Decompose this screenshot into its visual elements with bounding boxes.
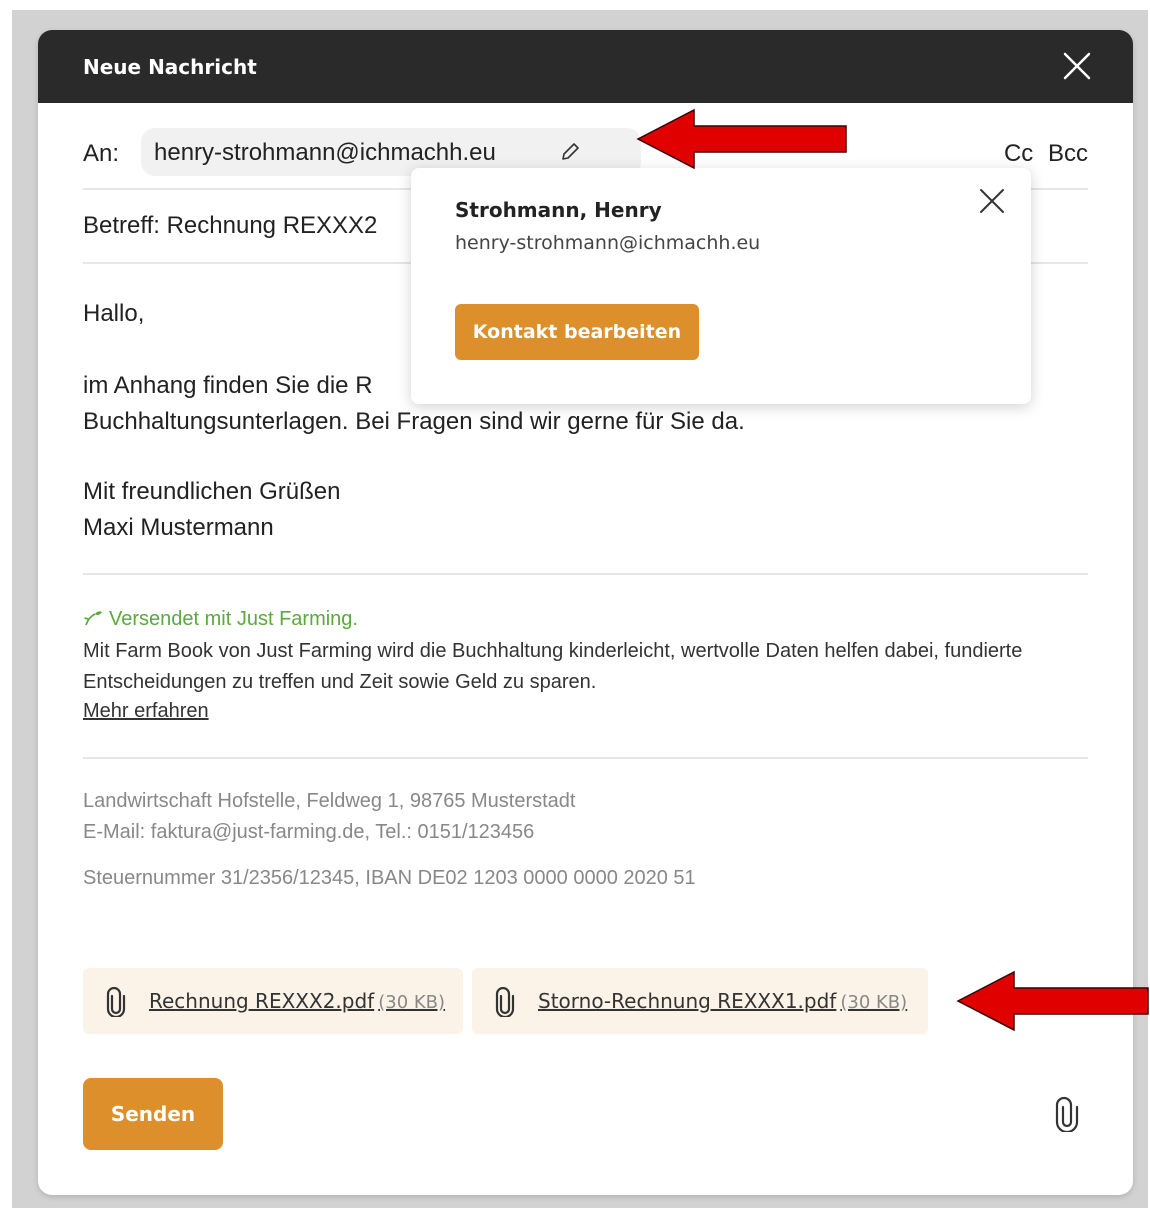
dialog-header: Neue Nachricht (38, 30, 1133, 103)
bcc-button[interactable]: Bcc (1048, 140, 1088, 167)
footer-tax: Steuernummer 31/2356/12345, IBAN DE02 12… (83, 867, 696, 889)
more-info-link[interactable]: Mehr erfahren (83, 700, 209, 723)
close-icon[interactable] (977, 186, 1007, 216)
annotation-arrow-left (956, 970, 1149, 1032)
footer-contact: E-Mail: faktura@just-farming.de, Tel.: 0… (83, 821, 535, 843)
body-greeting: Hallo, (83, 300, 145, 327)
recipient-label: An: (83, 140, 120, 167)
annotation-arrow-left (636, 108, 847, 170)
attachment-size: (30 KB) (840, 992, 908, 1013)
attach-file-icon[interactable] (1054, 1096, 1080, 1134)
paperclip-icon (494, 986, 516, 1019)
promo-text: Mit Farm Book von Just Farming wird die … (83, 640, 1023, 693)
attachment-name: Rechnung REXXX2.pdf (149, 989, 375, 1013)
divider (83, 573, 1088, 575)
promo-tagline-text: Versendet mit Just Farming. (109, 608, 358, 630)
attachment-link[interactable]: Storno-Rechnung REXXX1.pdf (30 KB) (538, 989, 907, 1013)
paperclip-icon (105, 986, 127, 1019)
close-icon[interactable] (1059, 48, 1095, 84)
sprout-icon (83, 609, 103, 627)
recipient-email: henry-strohmann@ichmachh.eu (154, 139, 496, 166)
body-closing: Mit freundlichen Grüßen (83, 478, 341, 505)
attachment-chip[interactable]: Rechnung REXXX2.pdf (30 KB) (83, 968, 463, 1034)
attachment-link[interactable]: Rechnung REXXX2.pdf (30 KB) (149, 989, 445, 1013)
contact-name: Strohmann, Henry (455, 198, 662, 222)
promo-tagline: Versendet mit Just Farming. (83, 608, 358, 631)
attachment-chip[interactable]: Storno-Rechnung REXXX1.pdf (30 KB) (472, 968, 928, 1034)
cc-button[interactable]: Cc (1004, 140, 1033, 167)
subject-field[interactable]: Betreff: Rechnung REXXX2 (83, 212, 377, 240)
attachment-size: (30 KB) (378, 992, 446, 1013)
contact-popover: Strohmann, Henry henry-strohmann@ichmach… (411, 168, 1031, 404)
attachment-name: Storno-Rechnung REXXX1.pdf (538, 989, 837, 1013)
body-signature: Maxi Mustermann (83, 514, 274, 541)
body-line: Buchhaltungsunterlagen. Bei Fragen sind … (83, 408, 745, 435)
dialog-title: Neue Nachricht (83, 55, 257, 79)
contact-email: henry-strohmann@ichmachh.eu (455, 232, 761, 254)
edit-contact-button[interactable]: Kontakt bearbeiten (455, 304, 699, 360)
pencil-icon[interactable] (558, 140, 582, 164)
cc-bcc-group: Cc Bcc (996, 140, 1088, 168)
body-line: im Anhang finden Sie die R (83, 372, 373, 399)
footer-address: Landwirtschaft Hofstelle, Feldweg 1, 987… (83, 790, 576, 812)
send-button[interactable]: Senden (83, 1078, 223, 1150)
divider (83, 757, 1088, 759)
